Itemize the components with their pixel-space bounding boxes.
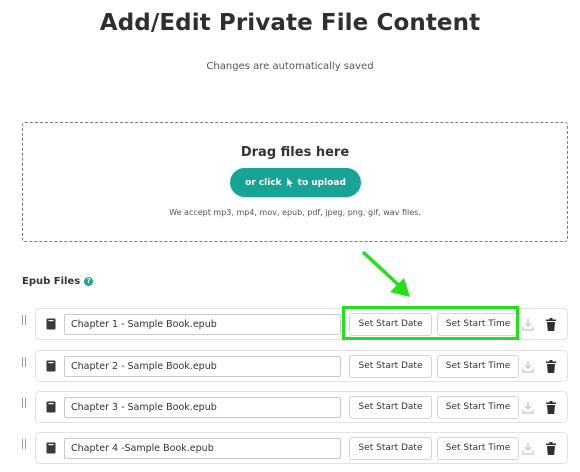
section-title: Epub Files ? bbox=[22, 276, 94, 287]
file-row: Chapter 4 -Sample Book.epub Set Start Da… bbox=[22, 432, 568, 464]
file-dropzone[interactable]: Drag files here or click to upload We ac… bbox=[22, 122, 568, 242]
help-icon[interactable]: ? bbox=[84, 277, 94, 286]
upload-button[interactable]: or click to upload bbox=[230, 168, 361, 197]
file-name-input[interactable]: Chapter 4 -Sample Book.epub bbox=[64, 438, 341, 459]
download-icon[interactable] bbox=[522, 442, 534, 455]
file-name-input[interactable]: Chapter 3 - Sample Book.epub bbox=[64, 397, 341, 418]
file-row: Chapter 3 - Sample Book.epub Set Start D… bbox=[22, 391, 568, 423]
drag-handle-icon[interactable] bbox=[22, 315, 28, 327]
set-start-time-button[interactable]: Set Start Time bbox=[437, 355, 519, 378]
book-icon bbox=[46, 442, 56, 454]
page-subtitle: Changes are automatically saved bbox=[206, 61, 374, 72]
book-icon bbox=[46, 360, 56, 372]
section-title-label: Epub Files bbox=[22, 276, 81, 287]
set-start-date-button[interactable]: Set Start Date bbox=[349, 355, 432, 378]
drag-handle-icon[interactable] bbox=[22, 439, 28, 451]
dropzone-title: Drag files here bbox=[240, 145, 350, 160]
trash-icon[interactable] bbox=[546, 318, 556, 331]
download-icon[interactable] bbox=[522, 360, 534, 373]
file-card: Chapter 2 - Sample Book.epub Set Start D… bbox=[35, 350, 568, 382]
set-start-time-button[interactable]: Set Start Time bbox=[437, 396, 519, 419]
set-start-time-button[interactable]: Set Start Time bbox=[437, 437, 519, 460]
accepted-formats-note: We accept mp3, mp4, mov, epub, pdf, jpeg… bbox=[169, 208, 421, 217]
file-row: Chapter 2 - Sample Book.epub Set Start D… bbox=[22, 350, 568, 382]
book-icon bbox=[46, 318, 56, 330]
page-title: Add/Edit Private File Content bbox=[99, 10, 481, 36]
file-card: Chapter 3 - Sample Book.epub Set Start D… bbox=[35, 391, 568, 423]
file-name-input[interactable]: Chapter 1 - Sample Book.epub bbox=[64, 314, 341, 335]
drag-handle-icon[interactable] bbox=[22, 398, 28, 410]
download-icon[interactable] bbox=[522, 401, 534, 414]
set-start-date-button[interactable]: Set Start Date bbox=[349, 437, 432, 460]
trash-icon[interactable] bbox=[546, 360, 556, 373]
annotation-highlight-box bbox=[342, 306, 519, 340]
book-icon bbox=[46, 401, 56, 413]
drag-handle-icon[interactable] bbox=[22, 357, 28, 369]
file-card: Chapter 4 -Sample Book.epub Set Start Da… bbox=[35, 432, 568, 464]
file-name-input[interactable]: Chapter 2 - Sample Book.epub bbox=[64, 356, 341, 377]
annotation-arrow-icon bbox=[362, 251, 410, 297]
download-icon[interactable] bbox=[522, 318, 534, 331]
cursor-icon bbox=[286, 177, 293, 187]
trash-icon[interactable] bbox=[546, 442, 556, 455]
set-start-date-button[interactable]: Set Start Date bbox=[349, 396, 432, 419]
upload-label-post: to upload bbox=[297, 177, 346, 188]
upload-label-pre: or click bbox=[245, 177, 282, 188]
trash-icon[interactable] bbox=[546, 401, 556, 414]
